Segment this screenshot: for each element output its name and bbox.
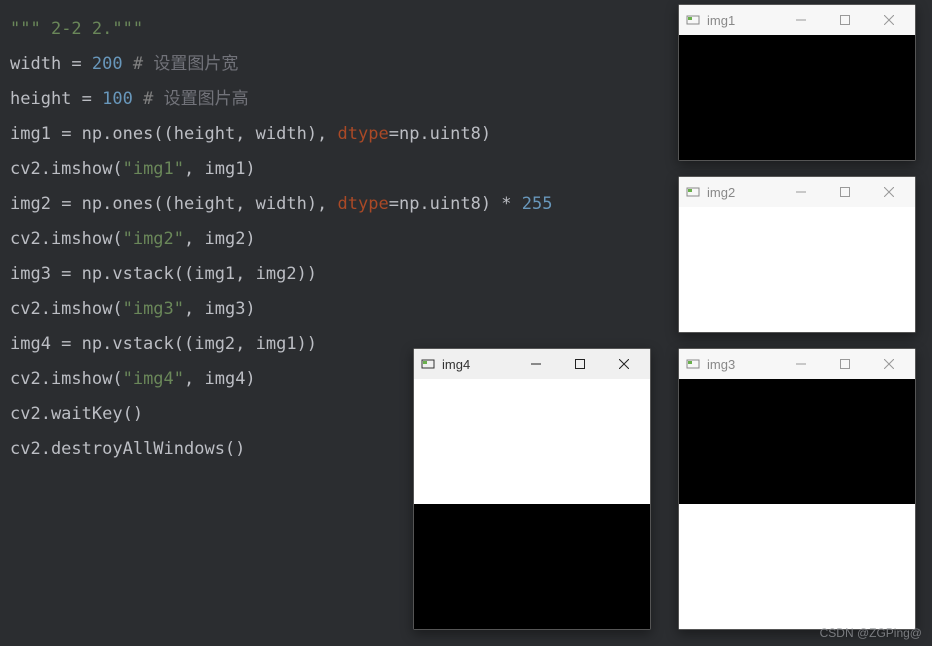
window-content (679, 207, 915, 332)
close-button[interactable] (869, 177, 909, 207)
maximize-button[interactable] (825, 5, 865, 35)
titlebar[interactable]: img1 (679, 5, 915, 35)
window-img2[interactable]: img2 (678, 176, 916, 333)
close-button[interactable] (869, 5, 909, 35)
window-content (679, 379, 915, 629)
close-button[interactable] (604, 349, 644, 379)
titlebar[interactable]: img2 (679, 177, 915, 207)
maximize-button[interactable] (825, 177, 865, 207)
window-img3[interactable]: img3 (678, 348, 916, 630)
window-content (679, 35, 915, 160)
window-title: img1 (707, 13, 735, 28)
window-content (414, 379, 650, 629)
maximize-button[interactable] (825, 349, 865, 379)
app-icon (420, 356, 436, 372)
close-button[interactable] (869, 349, 909, 379)
window-title: img3 (707, 357, 735, 372)
window-img1[interactable]: img1 (678, 4, 916, 161)
docstring: """ (10, 19, 41, 39)
window-title: img4 (442, 357, 470, 372)
titlebar[interactable]: img4 (414, 349, 650, 379)
minimize-button[interactable] (781, 349, 821, 379)
minimize-button[interactable] (781, 177, 821, 207)
app-icon (685, 12, 701, 28)
app-icon (685, 184, 701, 200)
minimize-button[interactable] (516, 349, 556, 379)
window-img4[interactable]: img4 (413, 348, 651, 630)
app-icon (685, 356, 701, 372)
titlebar[interactable]: img3 (679, 349, 915, 379)
minimize-button[interactable] (781, 5, 821, 35)
docstring: 2-2 2.""" (41, 19, 143, 39)
maximize-button[interactable] (560, 349, 600, 379)
watermark: CSDN @ZGPing@ (820, 626, 922, 640)
window-title: img2 (707, 185, 735, 200)
